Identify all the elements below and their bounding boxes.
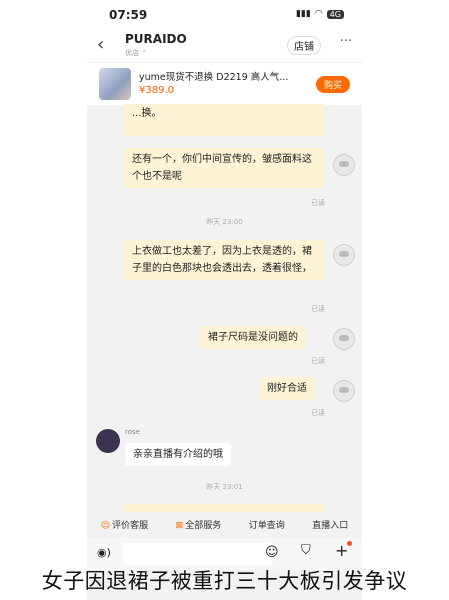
- quick-action-order-query[interactable]: 订单查询: [249, 518, 285, 531]
- user-avatar[interactable]: [333, 328, 355, 350]
- system-icons: ▮▮▮ ◠ 4G: [296, 9, 344, 19]
- battery-icon: 4G: [326, 9, 344, 19]
- quick-actions-bar: ☺ 评价客服 ⊠ 全部服务 订单查询 直播入口: [87, 512, 362, 536]
- phone-screen: 07:59 ▮▮▮ ◠ 4G ‹ PURAIDO 优店 ⌃ 店铺 ··· yum…: [87, 0, 362, 600]
- shop-name[interactable]: PURAIDO: [125, 32, 187, 46]
- services-icon: ⊠: [175, 520, 184, 531]
- quick-action-label: 直播入口: [312, 520, 349, 531]
- read-status: 已读: [311, 199, 325, 207]
- timestamp: 昨天 23:01: [206, 483, 243, 491]
- read-status: 已读: [311, 409, 325, 417]
- avatar-face-icon: [339, 251, 349, 257]
- smile-icon: ☺: [100, 520, 111, 531]
- read-status: 已读: [311, 305, 325, 313]
- message-bubble[interactable]: ...换。: [124, 104, 324, 136]
- message-bubble[interactable]: 刚好合适: [259, 377, 315, 400]
- store-button[interactable]: 店铺: [287, 36, 321, 55]
- message-bubble[interactable]: 裙子尺码是没问题的: [200, 326, 306, 349]
- message-input[interactable]: [123, 543, 273, 565]
- timestamp: 昨天 23:00: [206, 218, 243, 226]
- chat-header: ‹ PURAIDO 优店 ⌃ 店铺 ···: [87, 30, 362, 62]
- signal-icon: ▮▮▮: [295, 9, 311, 19]
- quick-action-label: 全部服务: [185, 520, 222, 531]
- message-text: 还有一个，你们中间宣传的，皱感面料这个也不是呢: [132, 154, 312, 182]
- emoji-icon[interactable]: ☺: [265, 545, 279, 560]
- avatar-face-icon: [339, 335, 349, 341]
- sender-name: rose: [125, 428, 140, 436]
- avatar-face-icon: [339, 387, 349, 393]
- message-text: 刚好合适: [267, 383, 307, 394]
- status-bar: 07:59 ▮▮▮ ◠ 4G: [87, 0, 362, 30]
- message-text: 裙子尺码是没问题的: [208, 332, 298, 343]
- more-icon[interactable]: ···: [340, 34, 352, 49]
- quick-action-label: 评价客服: [112, 520, 149, 531]
- user-avatar[interactable]: [333, 244, 355, 266]
- product-thumbnail[interactable]: [99, 68, 131, 100]
- user-avatar[interactable]: [333, 154, 355, 176]
- message-text: 上衣做工也太差了，因为上衣是透的，裙子里的白色那块也会透出去，透着很怪，: [132, 246, 312, 274]
- buy-button[interactable]: 购买: [315, 76, 350, 93]
- status-time: 07:59: [109, 8, 148, 22]
- notification-dot: [347, 541, 352, 546]
- message-list[interactable]: ...换。 还有一个，你们中间宣传的，皱感面料这个也不是呢 已读 昨天 23:0…: [87, 104, 362, 514]
- quick-action-live-entry[interactable]: 直播入口: [312, 518, 348, 531]
- quick-action-all-services[interactable]: ⊠ 全部服务: [176, 518, 222, 531]
- wifi-icon: ◠: [314, 9, 323, 19]
- avatar-face-icon: [339, 161, 349, 167]
- read-status: 已读: [311, 357, 325, 365]
- voice-icon[interactable]: ◉): [97, 546, 111, 559]
- product-price: ¥389.0: [139, 85, 174, 96]
- message-text: 亲亲直播有介绍的哦: [133, 449, 223, 460]
- product-title[interactable]: yume现货不退换 D2219 高人气...: [139, 69, 299, 83]
- user-avatar[interactable]: [333, 380, 355, 402]
- back-icon[interactable]: ‹: [97, 34, 104, 55]
- message-text: ...换。: [132, 108, 162, 119]
- quick-action-rate-service[interactable]: ☺ 评价客服: [101, 518, 148, 531]
- shopping-bag-icon[interactable]: ⛉: [301, 543, 311, 558]
- message-bubble[interactable]: 上衣做工也太差了，因为上衣是透的，裙子里的白色那块也会透出去，透着很怪，: [124, 240, 324, 280]
- message-bubble[interactable]: 亲亲直播有介绍的哦: [125, 443, 231, 466]
- shop-subtitle[interactable]: 优店 ⌃: [125, 48, 147, 58]
- image-caption: 女子因退裙子被重打三十大板引发争议: [41, 569, 408, 593]
- message-bubble[interactable]: 还有一个，你们中间宣传的，皱感面料这个也不是呢: [124, 148, 324, 188]
- agent-avatar[interactable]: [96, 429, 120, 453]
- quick-action-label: 订单查询: [248, 520, 285, 531]
- product-card[interactable]: yume现货不退换 D2219 高人气... ¥389.0 购买: [87, 62, 362, 105]
